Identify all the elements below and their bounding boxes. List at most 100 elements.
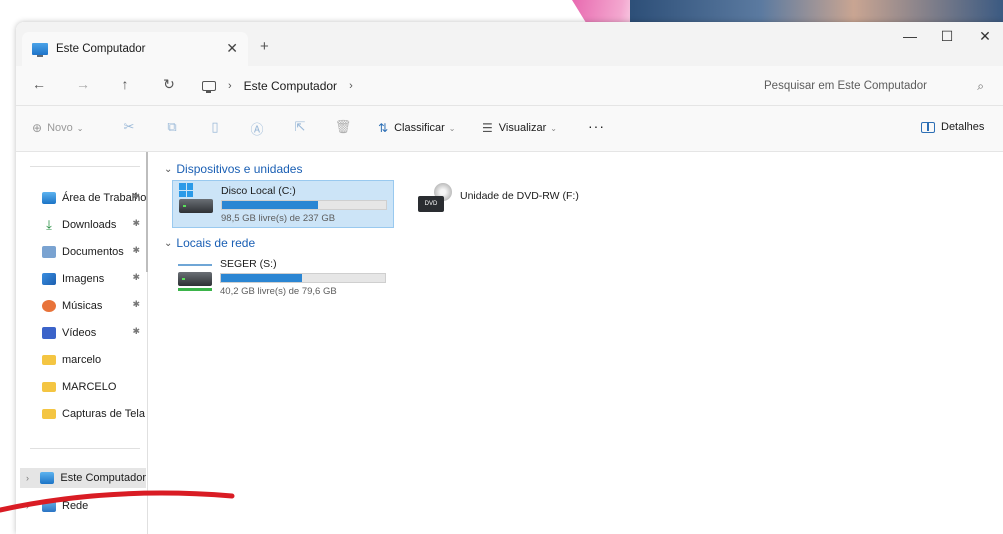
sidebar-item-label: MARCELO <box>62 381 117 393</box>
drive-name: SEGER (S:) <box>220 258 277 270</box>
details-pane-icon <box>921 121 935 133</box>
title-bar: Este Computador ✕ + — ☐ ✕ <box>16 22 1003 66</box>
sidebar-item-label: marcelo <box>62 354 102 366</box>
pin-icon: ✱ <box>132 245 140 255</box>
folder-icon <box>42 382 56 392</box>
drive-usage-fill <box>222 201 318 209</box>
drive-usage-bar <box>221 200 387 210</box>
forward-arrow-icon[interactable]: → <box>72 76 94 92</box>
breadcrumb-separator-icon: › <box>228 80 232 92</box>
view-button[interactable]: ☰ Visualizar ⌄ <box>482 121 557 135</box>
address-bar[interactable]: › Este Computador › <box>202 72 752 100</box>
sidebar-item-marcelo-upper[interactable]: MARCELO <box>42 377 146 397</box>
sidebar-item-rede[interactable]: › Rede <box>26 496 148 516</box>
chevron-down-icon: ⌄ <box>550 123 557 133</box>
rename-icon[interactable]: Ⓐ <box>248 119 266 138</box>
videos-icon <box>42 327 56 339</box>
sidebar-item-label: Imagens <box>62 273 105 285</box>
drive-disco-local-c[interactable]: Disco Local (C:) 98,5 GB livre(s) de 237… <box>172 180 394 228</box>
sidebar-item-capturas-de-tela[interactable]: Capturas de Tela <box>42 404 146 424</box>
view-label: Visualizar <box>498 122 547 134</box>
computer-icon <box>32 43 48 57</box>
drive-free-space: 40,2 GB livre(s) de 79,6 GB <box>220 286 337 297</box>
sidebar-item-label: Músicas <box>62 300 103 312</box>
tab-title: Este Computador <box>56 43 146 55</box>
breadcrumb-chevron-icon[interactable]: › <box>349 80 353 92</box>
share-icon[interactable]: ⇱ <box>291 119 309 135</box>
group-header-devices[interactable]: ⌄ Dispositivos e unidades <box>164 162 302 176</box>
navigation-pane: Área de Trabalho ✱ ⤓ Downloads ✱ Documen… <box>16 152 148 534</box>
expand-chevron-icon[interactable]: › <box>26 501 42 511</box>
collapse-chevron-icon: ⌄ <box>164 163 173 175</box>
sidebar-item-downloads[interactable]: ⤓ Downloads ✱ <box>42 215 146 235</box>
tab-este-computador[interactable]: Este Computador ✕ <box>22 32 248 66</box>
network-drive-icon <box>178 264 212 270</box>
details-label: Detalhes <box>941 121 985 133</box>
sidebar-item-marcelo[interactable]: marcelo <box>42 350 146 370</box>
new-label: Novo <box>47 122 73 134</box>
drive-usage-bar <box>220 273 386 283</box>
sidebar-item-videos[interactable]: Vídeos ✱ <box>42 323 146 343</box>
new-tab-button[interactable]: + <box>260 38 269 55</box>
up-arrow-icon[interactable]: ↑ <box>114 76 136 92</box>
dvd-drive-icon: DVD <box>418 196 444 212</box>
search-input[interactable]: Pesquisar em Este Computador ⌕ <box>764 72 996 100</box>
documents-icon <box>42 246 56 258</box>
hard-drive-icon <box>179 199 213 213</box>
sidebar-item-label: Vídeos <box>62 327 97 339</box>
sort-icon: ⇅ <box>378 121 389 135</box>
drive-free-space: 98,5 GB livre(s) de 237 GB <box>221 213 336 224</box>
folder-icon <box>42 355 56 365</box>
chevron-down-icon: ⌄ <box>448 123 456 133</box>
sidebar-item-area-de-trabalho[interactable]: Área de Trabalho ✱ <box>42 188 146 208</box>
expand-chevron-icon[interactable]: › <box>26 473 40 483</box>
sidebar-item-imagens[interactable]: Imagens ✱ <box>42 269 146 289</box>
maximize-button[interactable]: ☐ <box>932 28 962 45</box>
group-header-network[interactable]: ⌄ Locais de rede <box>164 236 255 250</box>
sidebar-divider <box>30 448 140 449</box>
sort-label: Classificar <box>394 122 445 134</box>
refresh-icon[interactable]: ↻ <box>158 76 180 93</box>
details-button[interactable]: Detalhes <box>921 121 984 133</box>
minimize-button[interactable]: — <box>895 28 925 44</box>
copy-icon[interactable]: ⧉ <box>163 119 181 135</box>
network-status-icon <box>178 288 212 291</box>
close-window-button[interactable]: ✕ <box>970 28 1000 45</box>
content-pane: ⌄ Dispositivos e unidades Disco Local (C… <box>156 152 1003 534</box>
hard-drive-icon <box>178 272 212 286</box>
group-header-label: Dispositivos e unidades <box>176 162 303 176</box>
delete-icon[interactable]: 🗑 <box>334 119 352 135</box>
pin-icon: ✱ <box>132 218 140 228</box>
pc-icon <box>40 472 55 484</box>
sidebar-item-label: Capturas de Tela <box>62 408 145 420</box>
breadcrumb-este-computador[interactable]: Este Computador <box>244 79 337 93</box>
group-header-label: Locais de rede <box>176 236 256 250</box>
network-icon <box>42 500 56 512</box>
sidebar-scrollbar[interactable] <box>146 152 148 272</box>
more-options-button[interactable]: ··· <box>588 118 605 134</box>
sidebar-item-este-computador[interactable]: › Este Computador <box>20 468 146 488</box>
sidebar-item-label: Documentos <box>62 246 124 258</box>
new-button[interactable]: ⊕ Novo ⌄ <box>32 121 83 135</box>
music-icon <box>42 300 56 312</box>
drive-usage-fill <box>221 274 303 282</box>
windows-logo-icon <box>179 183 193 197</box>
sidebar-item-documentos[interactable]: Documentos ✱ <box>42 242 146 262</box>
cut-icon[interactable]: ✂ <box>120 119 138 135</box>
sidebar-item-label: Rede <box>62 500 89 512</box>
tab-close-icon[interactable]: ✕ <box>226 40 238 57</box>
collapse-chevron-icon: ⌄ <box>164 237 173 249</box>
paste-icon[interactable]: ▯ <box>206 119 224 135</box>
pin-icon: ✱ <box>132 272 140 282</box>
sort-button[interactable]: ⇅ Classificar ⌄ <box>378 121 456 135</box>
drive-dvd-rw-f[interactable]: DVD Unidade de DVD-RW (F:) <box>412 180 634 228</box>
drive-seger-s[interactable]: SEGER (S:) 40,2 GB livre(s) de 79,6 GB <box>172 254 394 302</box>
command-bar: ⊕ Novo ⌄ ✂ ⧉ ▯ Ⓐ ⇱ 🗑 ⇅ Classificar ⌄ ☰ V… <box>16 106 1003 152</box>
back-arrow-icon[interactable]: ← <box>28 76 50 92</box>
sidebar-item-label: Downloads <box>62 219 117 231</box>
pictures-icon <box>42 273 56 285</box>
monitor-icon <box>202 81 216 93</box>
plus-circle-icon: ⊕ <box>32 121 43 135</box>
folder-icon <box>42 409 56 419</box>
sidebar-item-musicas[interactable]: Músicas ✱ <box>42 296 146 316</box>
